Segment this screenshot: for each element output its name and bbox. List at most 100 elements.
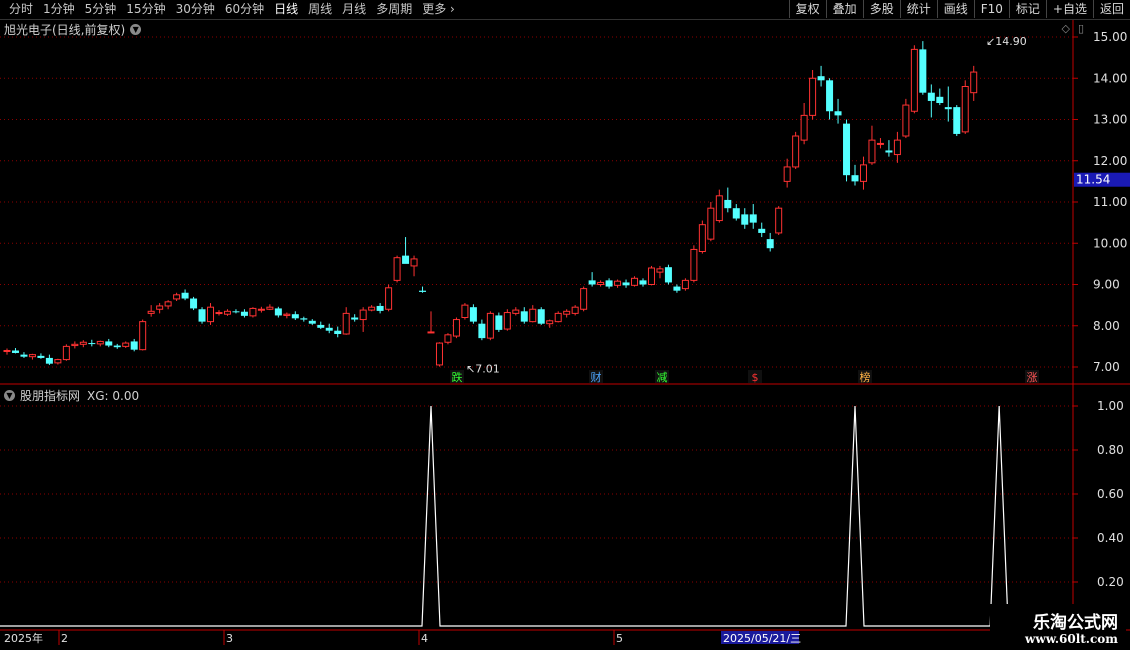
period-tab[interactable]: 更多 › bbox=[417, 2, 460, 17]
candle-body-down bbox=[351, 317, 359, 320]
candle-body-up bbox=[809, 77, 817, 116]
candle-body-up bbox=[902, 104, 910, 137]
month-label: 4 bbox=[421, 632, 428, 645]
candle-body-down bbox=[664, 267, 672, 283]
candle-body-down bbox=[927, 92, 935, 101]
candle-body-up bbox=[647, 267, 655, 285]
candle-body-up bbox=[3, 350, 11, 352]
event-badge-bg bbox=[748, 370, 762, 383]
month-label: 5 bbox=[616, 632, 623, 645]
period-tab[interactable]: 周线 bbox=[303, 2, 337, 17]
candle-body-up bbox=[546, 320, 554, 325]
logo-title: 乐淘公式网 bbox=[1033, 613, 1118, 633]
candle-body-up bbox=[393, 257, 401, 281]
xg-line bbox=[0, 405, 1009, 627]
chevron-down-icon[interactable]: ▼ bbox=[130, 24, 142, 35]
candle-body-up bbox=[571, 306, 579, 314]
candle-body-up bbox=[359, 309, 367, 321]
candle-body-down bbox=[274, 308, 282, 316]
candle-body-down bbox=[198, 309, 206, 322]
candle-body-up bbox=[614, 280, 622, 286]
candle-body-down bbox=[317, 324, 325, 328]
toolbar-button[interactable]: 返回 bbox=[1092, 0, 1130, 18]
candle-body-up bbox=[486, 312, 494, 339]
candle-body-down bbox=[537, 309, 545, 324]
candle-body-down bbox=[469, 307, 477, 322]
toolbar-button[interactable]: 标记 bbox=[1008, 0, 1046, 18]
top-toolbar: 分时 1分钟 5分钟 15分钟 30分钟 60分钟 日线 周线 月线 多周期 更多 › 复权 叠加 多股… bbox=[0, 0, 1130, 20]
toolbar-button[interactable]: 多股 bbox=[862, 0, 900, 18]
candle-body-down bbox=[843, 123, 851, 176]
candle-body-down bbox=[232, 311, 240, 313]
logo-url: www.60lt.com bbox=[1025, 632, 1118, 646]
candle-body-down bbox=[20, 354, 28, 357]
toolbar-button[interactable]: 画线 bbox=[936, 0, 974, 18]
price-axis-label: 14.00 bbox=[1093, 71, 1127, 85]
candle-body-up bbox=[792, 135, 800, 168]
candle-body-down bbox=[834, 111, 842, 116]
candle-body-up bbox=[249, 307, 257, 317]
diamond-icon[interactable]: ◇ bbox=[1061, 22, 1069, 35]
period-tab[interactable]: 分时 bbox=[4, 2, 38, 17]
candle-body-up bbox=[385, 287, 393, 310]
period-tab[interactable]: 日线 bbox=[269, 2, 303, 17]
period-tab[interactable]: 15分钟 bbox=[121, 2, 170, 17]
indicator-axis-label: 1.00 bbox=[1097, 399, 1124, 413]
candle-body-down bbox=[240, 311, 248, 316]
candle-body-down bbox=[766, 239, 774, 249]
candle-body-up bbox=[690, 248, 698, 281]
event-badge: 跌 bbox=[452, 370, 463, 384]
candle-body-down bbox=[376, 305, 384, 311]
current-price-box bbox=[1074, 172, 1130, 187]
candle-body-down bbox=[130, 341, 138, 350]
candle-body-up bbox=[164, 301, 172, 307]
month-label: 2 bbox=[61, 632, 68, 645]
candle-body-up bbox=[800, 114, 808, 141]
candle-body-down bbox=[190, 298, 198, 309]
candle-body-up bbox=[79, 341, 87, 345]
period-tab[interactable]: 1分钟 bbox=[38, 2, 80, 17]
candle-body-up bbox=[342, 312, 350, 335]
pane-toggle-icon[interactable]: ▯ bbox=[1078, 22, 1084, 35]
period-tab[interactable]: 月线 bbox=[337, 2, 371, 17]
period-tab[interactable]: 多周期 bbox=[371, 2, 417, 17]
month-label: 3 bbox=[226, 632, 233, 645]
candle-body-up bbox=[512, 309, 520, 314]
indicator-title-bar: ▼ 股朋指标网 XG: 0.00 bbox=[4, 387, 139, 404]
kline-chart[interactable]: 15.00 14.00 13.00 12.00 11.00 10.00 9.00 8.00 7.… bbox=[0, 0, 1130, 650]
candle-body-up bbox=[597, 281, 605, 285]
toolbar-button[interactable]: +自选 bbox=[1045, 0, 1093, 18]
candle-body-down bbox=[639, 280, 647, 285]
period-tabs: 分时 1分钟 5分钟 15分钟 30分钟 60分钟 日线 周线 月线 多周期 更多 › bbox=[4, 2, 460, 17]
price-axis-label: 15.00 bbox=[1093, 30, 1127, 44]
candle-body-up bbox=[715, 195, 723, 222]
candle-body-down bbox=[495, 315, 503, 330]
price-axis-label: 13.00 bbox=[1093, 113, 1127, 127]
candle-body-up bbox=[452, 319, 460, 337]
candle-body-up bbox=[868, 139, 876, 164]
candle-body-down bbox=[402, 255, 410, 264]
candle-body-down bbox=[88, 343, 96, 345]
period-tab[interactable]: 60分钟 bbox=[220, 2, 269, 17]
candle-body-up bbox=[139, 321, 147, 351]
period-tab[interactable]: 30分钟 bbox=[171, 2, 220, 17]
candle-body-up bbox=[656, 268, 664, 273]
candle-body-up bbox=[444, 334, 452, 343]
indicator-axis-label: 0.40 bbox=[1097, 531, 1124, 545]
candle-body-up bbox=[910, 48, 918, 112]
indicator-axis-label: 0.60 bbox=[1097, 487, 1124, 501]
toolbar-button[interactable]: F10 bbox=[973, 0, 1009, 18]
toolbar-button[interactable]: 统计 bbox=[899, 0, 937, 18]
toolbar-button[interactable]: 叠加 bbox=[825, 0, 863, 18]
candle-body-up bbox=[681, 279, 689, 290]
chevron-down-icon[interactable]: ▼ bbox=[4, 390, 15, 401]
candle-body-up bbox=[461, 304, 469, 318]
toolbar-buttons: 复权 叠加 多股 统计 画线 F10 标记 +自选 返回 bbox=[788, 0, 1130, 18]
candle-body-down bbox=[588, 280, 596, 285]
candle-body-down bbox=[11, 350, 19, 353]
low-annotation: ↖7.01 bbox=[466, 363, 500, 376]
candle-body-up bbox=[631, 277, 639, 286]
period-tab[interactable]: 5分钟 bbox=[80, 2, 122, 17]
toolbar-button[interactable]: 复权 bbox=[788, 0, 826, 18]
candle-body-down bbox=[944, 107, 952, 110]
